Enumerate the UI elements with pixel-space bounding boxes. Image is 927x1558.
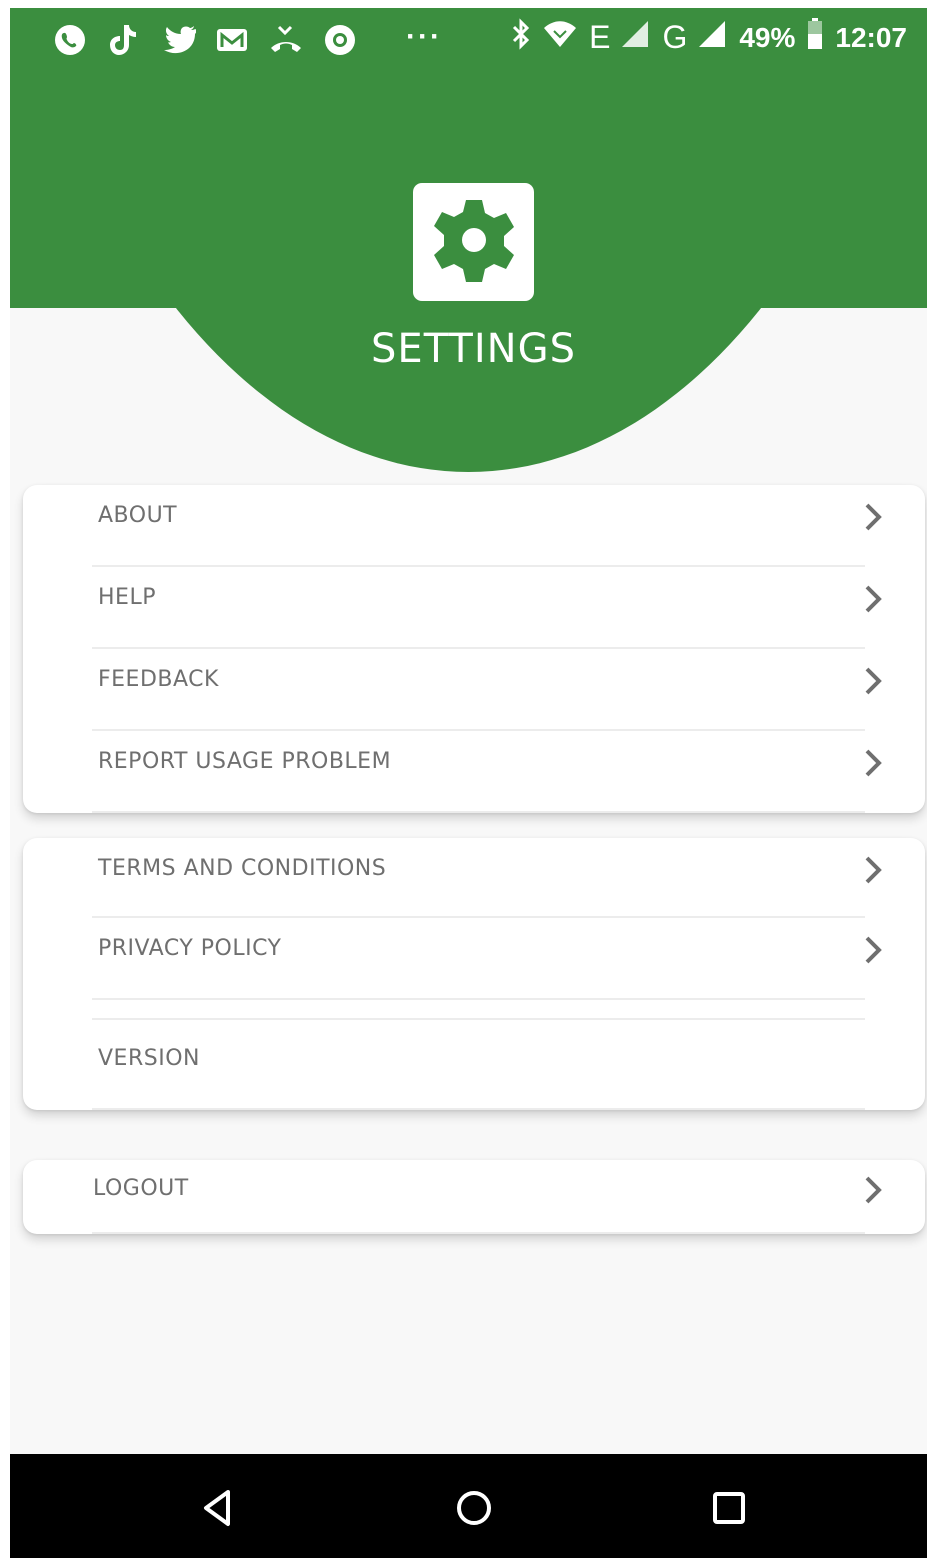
gmail-icon <box>212 20 252 60</box>
privacy-policy-row[interactable]: PRIVACY POLICY <box>23 918 925 1000</box>
version-label: VERSION <box>98 1046 200 1071</box>
terms-row[interactable]: TERMS AND CONDITIONS <box>23 838 925 918</box>
battery-icon <box>807 18 823 57</box>
about-label: ABOUT <box>98 503 178 528</box>
back-icon[interactable] <box>194 1484 242 1532</box>
network-type-g: G <box>662 19 688 55</box>
help-row[interactable]: HELP <box>23 567 925 649</box>
chevron-right-icon <box>865 936 882 964</box>
home-icon[interactable] <box>450 1484 498 1532</box>
network-type-e: E <box>589 19 611 55</box>
system-status: E G 49% 12:07 <box>511 18 907 57</box>
status-bar: ··· E G 49% 12:07 <box>10 8 927 68</box>
missed-call-icon <box>266 20 306 60</box>
settings-card-general: ABOUT HELP FEEDBACK REPORT USAGE PROBLEM <box>23 485 925 813</box>
notification-icons <box>50 20 360 60</box>
privacy-policy-label: PRIVACY POLICY <box>98 936 282 961</box>
page-title: SETTINGS <box>371 326 576 372</box>
chrome-icon <box>320 20 360 60</box>
chevron-right-icon <box>865 585 882 613</box>
report-usage-problem-label: REPORT USAGE PROBLEM <box>98 749 392 774</box>
row-divider <box>92 1232 865 1234</box>
wifi-icon <box>543 20 577 55</box>
settings-card-legal: TERMS AND CONDITIONS PRIVACY POLICY VERS… <box>23 838 925 1110</box>
signal-icon-2 <box>699 19 727 56</box>
whatsapp-icon <box>50 20 90 60</box>
twitter-icon <box>158 20 198 60</box>
recents-icon[interactable] <box>705 1484 753 1532</box>
report-usage-problem-row[interactable]: REPORT USAGE PROBLEM <box>23 731 925 813</box>
row-divider <box>92 1108 865 1110</box>
settings-card-account: LOGOUT <box>23 1160 925 1234</box>
logout-row[interactable]: LOGOUT <box>23 1160 925 1234</box>
battery-percent: 49% <box>739 21 796 53</box>
overflow-dots: ··· <box>406 20 442 53</box>
chevron-right-icon <box>865 856 882 884</box>
logout-label: LOGOUT <box>93 1176 189 1201</box>
feedback-row[interactable]: FEEDBACK <box>23 649 925 731</box>
row-divider <box>92 811 865 813</box>
row-divider <box>92 1018 865 1020</box>
bluetooth-icon <box>511 18 531 57</box>
about-row[interactable]: ABOUT <box>23 485 925 567</box>
version-row: VERSION <box>23 1000 925 1110</box>
tiktok-icon <box>104 20 144 60</box>
feedback-label: FEEDBACK <box>98 667 219 692</box>
gear-icon <box>426 192 522 293</box>
system-nav-bar <box>10 1454 927 1558</box>
settings-logo <box>413 183 534 301</box>
signal-icon <box>622 19 650 56</box>
help-label: HELP <box>98 585 156 610</box>
chevron-right-icon <box>865 667 882 695</box>
chevron-right-icon <box>865 1176 882 1204</box>
chevron-right-icon <box>865 749 882 777</box>
clock: 12:07 <box>835 21 907 53</box>
chevron-right-icon <box>865 503 882 531</box>
terms-label: TERMS AND CONDITIONS <box>98 856 387 881</box>
settings-screen: ··· E G 49% 12:07 SETTINGS ABOUT HELP FE… <box>10 8 927 1558</box>
